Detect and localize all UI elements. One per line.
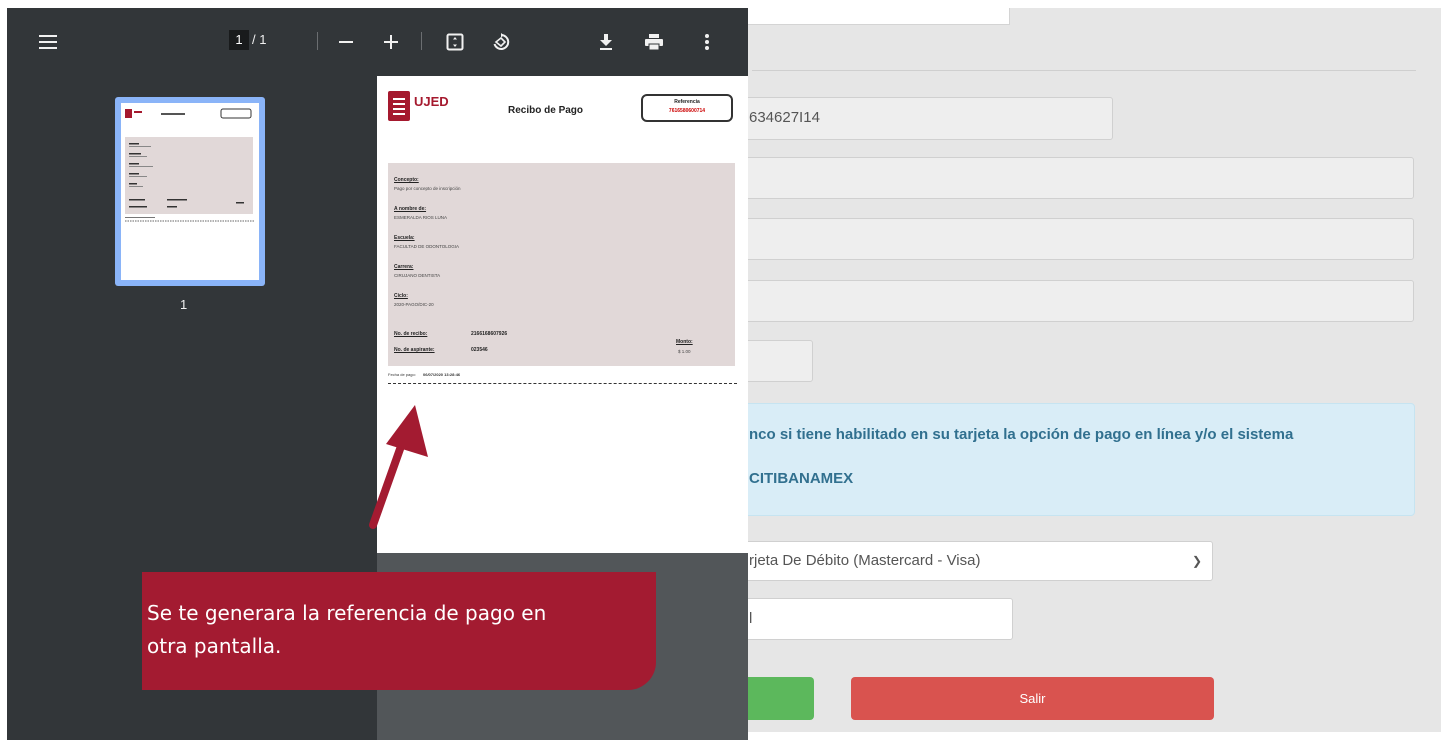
chevron-down-icon[interactable]: ❯	[1192, 542, 1202, 580]
concepto-label: Concepto:	[394, 177, 419, 183]
concepto-value: Pago por concepto de inscripción	[394, 186, 461, 191]
alert-text-line2: CITIBANAMEX	[749, 470, 854, 487]
pdf-toolbar: 1 / 1	[7, 8, 748, 76]
callout-line2: otra pantalla.	[147, 634, 282, 658]
carrera-value: CIRUJANO DENTISTA	[394, 273, 441, 278]
print-icon[interactable]	[642, 8, 666, 76]
ciclo-label: Ciclo:	[394, 293, 408, 299]
form-field-5[interactable]	[738, 340, 813, 382]
receipt-title: Recibo de Pago	[508, 105, 584, 116]
form-divider	[752, 70, 1416, 71]
reference-box: Referencia 7616580600714	[641, 94, 733, 122]
thumbnail-page-number: 1	[180, 297, 188, 312]
annotation-arrow-icon	[369, 405, 428, 529]
receipt-details: Concepto: Pago por concepto de inscripci…	[388, 163, 735, 366]
rotate-icon[interactable]	[489, 8, 513, 76]
total-pages: 1	[259, 32, 267, 47]
zoom-in-icon[interactable]	[379, 8, 403, 76]
aspirante-label: No. de aspirante:	[394, 347, 435, 353]
recibo-label: No. de recibo:	[394, 331, 428, 337]
ciclo-value: 2020-PAGO/DIC-20	[394, 302, 434, 307]
toolbar-divider	[421, 32, 422, 50]
cut-line	[388, 383, 737, 384]
monto-label: Monto:	[676, 339, 693, 345]
page-count: / 1	[252, 30, 266, 50]
escuela-value: FACULTAD DE ODONTOLOGIA	[394, 244, 460, 249]
nombre-label: A nombre de:	[394, 206, 427, 212]
monto-value: $ 1.00	[678, 349, 691, 354]
fecha-label: Fecha de pago:	[388, 372, 416, 377]
fit-page-icon[interactable]	[443, 8, 467, 76]
exit-button[interactable]: Salir	[851, 677, 1214, 720]
aspirante-value: 023546	[471, 347, 488, 353]
reference-value: 7616580600714	[668, 108, 706, 114]
card-number-field[interactable]: l	[738, 598, 1013, 640]
more-vert-icon[interactable]	[697, 8, 717, 76]
payment-method-select[interactable]: rjeta De Débito (Mastercard - Visa) ❯	[738, 541, 1213, 581]
info-alert: nco si tiene habilitado en su tarjeta la…	[738, 403, 1415, 516]
reference-field[interactable]: 634627I14	[738, 97, 1113, 140]
payment-form-page: 634627I14 nco si tiene habilitado en su …	[738, 8, 1441, 732]
escuela-label: Escuela:	[394, 235, 415, 241]
form-field-4[interactable]	[738, 280, 1414, 322]
ujed-logo-icon	[388, 91, 410, 121]
logo-text: UJED	[414, 94, 449, 109]
zoom-out-icon[interactable]	[334, 8, 358, 76]
recibo-value: 2166168607926	[471, 331, 508, 337]
page-thumbnail[interactable]	[115, 97, 265, 286]
page-number-input[interactable]: 1	[229, 30, 249, 50]
continue-button[interactable]	[738, 677, 814, 720]
fecha-value: 06/07/2020 13:28:46	[423, 372, 461, 377]
form-field-2[interactable]	[738, 157, 1414, 199]
carrera-label: Carrera:	[394, 264, 414, 270]
payment-method-value: rjeta De Débito (Mastercard - Visa)	[749, 552, 981, 569]
form-field-3[interactable]	[738, 218, 1414, 260]
alert-text-line1: nco si tiene habilitado en su tarjeta la…	[749, 426, 1294, 443]
page-separator: /	[252, 32, 256, 47]
top-input-strip[interactable]	[738, 8, 1010, 25]
toolbar-divider	[317, 32, 318, 50]
menu-icon[interactable]	[33, 8, 63, 76]
reference-label: Referencia	[674, 99, 700, 105]
page-thumbnail-image	[121, 103, 259, 280]
nombre-value: ESMERALDA RIOS LUNA	[394, 215, 448, 220]
instruction-callout: Se te generara la referencia de pago en …	[142, 572, 656, 690]
callout-line1: Se te generara la referencia de pago en	[147, 601, 547, 625]
download-icon[interactable]	[594, 8, 618, 76]
